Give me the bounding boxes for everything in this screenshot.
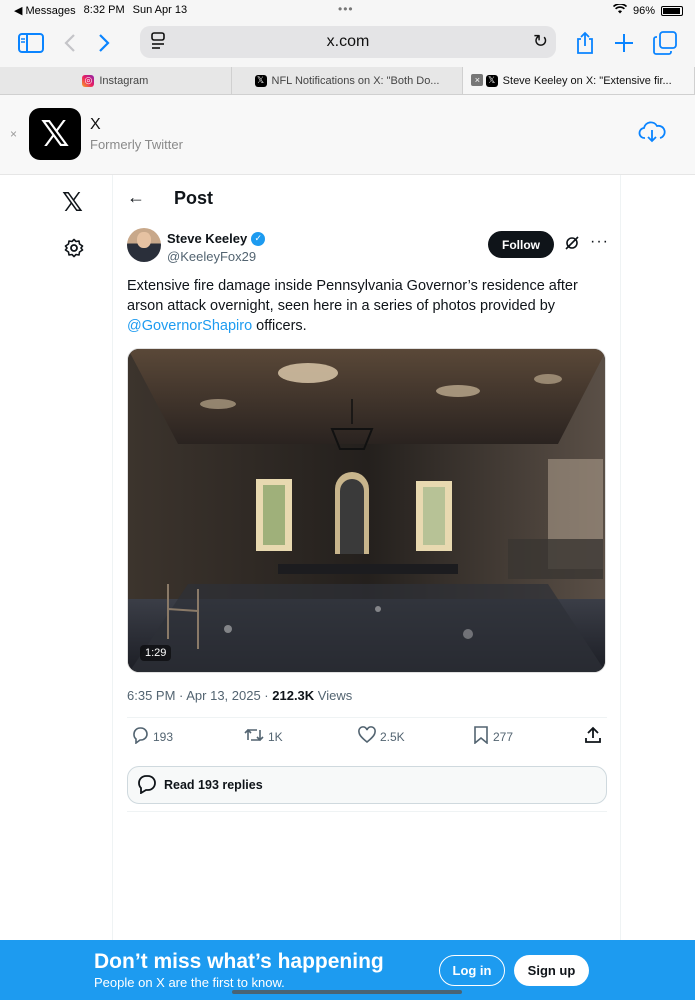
grok-icon[interactable] [565, 236, 579, 253]
reply-bubble-icon [136, 774, 158, 797]
x-logo-icon[interactable]: 𝕏 [62, 187, 83, 218]
mention-link[interactable]: @GovernorShapiro [127, 318, 252, 334]
tab-nfl-notifications[interactable]: 𝕏 NFL Notifications on X: "Both Do... [232, 67, 464, 94]
x-favicon-icon: 𝕏 [485, 74, 498, 87]
repost-button[interactable]: 1K [244, 726, 283, 747]
banner-subtext: People on X are the first to know. [94, 975, 285, 990]
forward-arrow-icon[interactable] [89, 28, 119, 58]
close-banner-icon[interactable]: × [10, 127, 17, 141]
x-favicon-icon: 𝕏 [254, 74, 267, 87]
like-icon [358, 726, 376, 747]
reply-count: 193 [153, 729, 174, 744]
gear-icon[interactable] [64, 238, 84, 263]
column-border [620, 175, 621, 940]
x-app-logo[interactable]: 𝕏 [29, 108, 81, 160]
video-duration: 1:29 [140, 645, 172, 661]
tab-instagram[interactable]: ◎ Instagram [0, 67, 232, 94]
banner-headline: Don’t miss what’s happening [94, 950, 384, 973]
reader-icon[interactable] [150, 32, 166, 55]
status-time: 8:32 PM [83, 4, 125, 16]
divider [127, 717, 607, 718]
status-bar: ◀ Messages 8:32 PM Sun Apr 13 ••• 96% [0, 0, 695, 22]
tweet-timestamp[interactable]: 6:35 PM · Apr 13, 2025 · [127, 688, 272, 703]
views-count: 212.3K [272, 688, 315, 703]
bookmark-count: 277 [493, 729, 514, 744]
repost-count: 1K [268, 729, 283, 744]
tweet-author: Steve Keeley ✓ @KeeleyFox29 Follow ··· [127, 228, 609, 268]
author-handle[interactable]: @KeeleyFox29 [167, 249, 256, 264]
post-header: ← Post [113, 175, 620, 223]
url-text: x.com [326, 33, 370, 50]
back-arrow-icon[interactable] [55, 28, 85, 58]
tab-title: Steve Keeley on X: "Extensive fir... [502, 74, 672, 87]
tabs-icon[interactable] [650, 28, 680, 58]
battery-percent: 96% [632, 4, 655, 17]
login-button[interactable]: Log in [439, 955, 505, 986]
close-tab-icon[interactable]: × [471, 74, 484, 86]
tab-title: Instagram [99, 74, 149, 87]
app-subtitle: Formerly Twitter [90, 137, 183, 152]
reload-icon[interactable]: ↻ [533, 31, 548, 52]
app-name: X [90, 116, 101, 133]
multitasking-dots-icon[interactable]: ••• [338, 2, 354, 16]
instagram-icon: ◎ [82, 74, 95, 87]
follow-button[interactable]: Follow [488, 231, 554, 258]
download-icon[interactable] [638, 121, 666, 148]
upload-icon [585, 726, 601, 747]
more-icon[interactable]: ··· [590, 233, 609, 251]
share-button[interactable] [585, 726, 601, 747]
tweet-video[interactable]: 1:29 [127, 348, 606, 673]
sidebar-icon[interactable] [16, 28, 46, 58]
tweet-text: Extensive fire damage inside Pennsylvani… [127, 276, 607, 336]
like-count: 2.5K [380, 729, 405, 744]
author-name-row[interactable]: Steve Keeley ✓ [167, 231, 266, 246]
battery-icon [661, 5, 683, 16]
views-label: Views [314, 688, 353, 703]
plus-icon[interactable] [609, 28, 639, 58]
back-arrow-icon[interactable]: ← [127, 187, 145, 208]
address-bar[interactable]: x.com ↻ [140, 26, 556, 58]
tweet-text-before: Extensive fire damage inside Pennsylvani… [127, 278, 578, 314]
tweet-text-after: officers. [252, 318, 307, 334]
author-name[interactable]: Steve Keeley [167, 231, 247, 246]
repost-icon [244, 726, 264, 747]
left-nav-rail: 𝕏 [0, 175, 113, 940]
tweet-meta: 6:35 PM · Apr 13, 2025 · 212.3K Views [127, 688, 352, 703]
wifi-icon [612, 3, 628, 17]
avatar[interactable] [127, 228, 161, 262]
status-date: Sun Apr 13 [132, 4, 188, 16]
divider [127, 811, 607, 812]
tab-steve-keeley[interactable]: × 𝕏 Steve Keeley on X: "Extensive fir... [463, 67, 695, 94]
tab-strip: ◎ Instagram 𝕏 NFL Notifications on X: "B… [0, 67, 695, 95]
back-to-app-link[interactable]: ◀ Messages [14, 4, 76, 17]
read-replies-label: Read 193 replies [164, 778, 263, 792]
bookmark-icon [473, 726, 489, 747]
reply-icon [131, 726, 149, 747]
browser-toolbar: x.com ↻ [0, 22, 695, 67]
page-title: Post [174, 188, 214, 208]
tab-title: NFL Notifications on X: "Both Do... [271, 74, 440, 87]
read-replies-button[interactable]: Read 193 replies [127, 766, 607, 804]
burned-room-image [128, 349, 605, 672]
share-icon[interactable] [570, 28, 600, 58]
bookmark-button[interactable]: 277 [473, 726, 513, 747]
like-button[interactable]: 2.5K [358, 726, 405, 747]
reply-button[interactable]: 193 [131, 726, 173, 747]
verified-icon: ✓ [251, 231, 266, 246]
tweet-actions: 193 1K 2.5K 277 [127, 726, 607, 752]
home-indicator[interactable] [232, 990, 462, 994]
signup-button[interactable]: Sign up [514, 955, 589, 986]
app-install-banner: × 𝕏 X Formerly Twitter [0, 95, 695, 175]
